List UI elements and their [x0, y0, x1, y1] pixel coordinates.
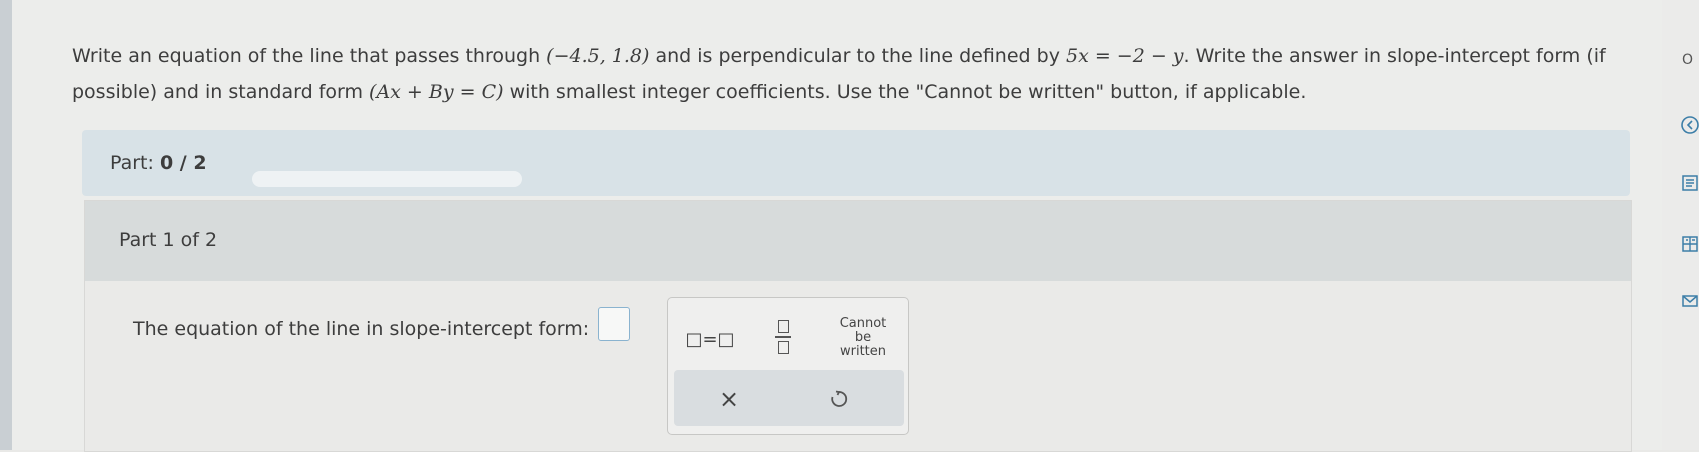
question-part-4: with smallest integer coefficients. Use …	[503, 81, 1307, 103]
question-standard-form: (Ax + By = C)	[369, 81, 504, 103]
undo-icon	[831, 390, 848, 407]
part-progress-current: 0	[159, 152, 174, 174]
fraction-template-button[interactable]	[768, 312, 798, 362]
part-progress-bar: Part: 0 / 2	[82, 130, 1630, 196]
clear-button[interactable]: ×	[709, 382, 749, 416]
message-icon[interactable]	[1679, 290, 1699, 312]
fraction-bar-icon	[775, 336, 791, 338]
progress-track	[252, 171, 522, 187]
question-point: (−4.5, 1.8)	[546, 45, 650, 67]
textbook-icon[interactable]	[1679, 172, 1699, 194]
equation-template-button[interactable]: □=□	[682, 324, 738, 354]
question-line-equation: 5x = −2 − y	[1065, 45, 1184, 67]
action-row: ×	[674, 370, 904, 426]
question-part-1: Write an equation of the line that passe…	[72, 45, 547, 67]
part-progress-label: Part: 0 / 2	[110, 152, 207, 174]
question-text: Write an equation of the line that passe…	[72, 38, 1632, 110]
numerator-box-icon	[777, 320, 789, 334]
slope-intercept-answer-input[interactable]	[598, 307, 630, 341]
part-header-label: Part 1 of 2	[119, 229, 218, 251]
part-header: Part 1 of 2	[85, 201, 1631, 281]
side-truncated-label: O	[1682, 52, 1694, 68]
math-toolbar: □=□ Cannot be written ×	[667, 297, 909, 435]
calculator-icon[interactable]	[1679, 233, 1699, 255]
part-panel: Part 1 of 2 The equation of the line in …	[84, 200, 1632, 452]
cannot-be-written-button[interactable]: Cannot be written	[828, 308, 898, 368]
question-page: Write an equation of the line that passe…	[12, 0, 1662, 452]
part-progress-total: 2	[193, 152, 207, 174]
chevron-icon[interactable]	[1679, 114, 1699, 136]
question-part-2: and is perpendicular to the line defined…	[649, 45, 1066, 67]
right-side-toolbar: O	[1662, 0, 1699, 450]
left-edge-bar	[0, 0, 12, 450]
denominator-box-icon	[777, 340, 789, 354]
answer-prompt: The equation of the line in slope-interc…	[133, 318, 590, 340]
undo-button[interactable]	[819, 382, 859, 416]
